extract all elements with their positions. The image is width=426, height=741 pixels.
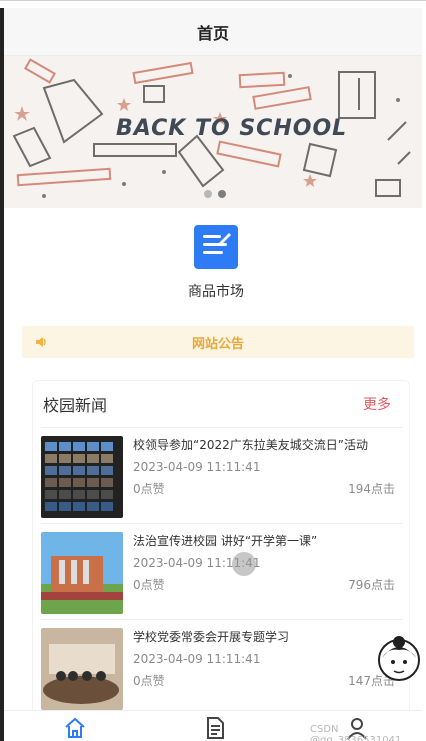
news-item-body: 校领导参加“2022广东拉美友城交流日”活动 2023-04-09 11:11:… <box>133 436 395 497</box>
market-entry-label: 商品市场 <box>188 284 244 300</box>
news-thumbnail <box>41 436 123 518</box>
edit-document-icon <box>194 225 238 269</box>
news-more-link[interactable]: 更多 <box>363 394 391 414</box>
banner-title: BACK TO SCHOOL <box>116 116 348 141</box>
notice-text: 网站公告 <box>191 336 244 352</box>
news-item-clicks: 796点击 <box>348 578 395 592</box>
app-root: 首页 BACK TO SCHOOL 商品市场 网站公告 校园新闻 更多 校领导参… <box>0 0 426 741</box>
news-item-likes: 0点赞 <box>133 674 165 688</box>
home-icon[interactable] <box>62 715 88 741</box>
news-item-title: 学校党委常委会开展专题学习 <box>133 630 290 644</box>
news-item-title: 法治宣传进校园 讲好“开学第一课” <box>133 534 318 548</box>
page-header: 首页 <box>4 8 422 56</box>
page-title: 首页 <box>196 23 229 43</box>
news-list-item[interactable]: 法治宣传进校园 讲好“开学第一课” 2023-04-09 11:11:41 0点… <box>41 523 403 615</box>
carousel-dot[interactable] <box>204 190 212 198</box>
news-thumbnail <box>41 628 123 710</box>
assistant-avatar-icon[interactable] <box>376 634 422 686</box>
news-section-title: 校园新闻 <box>43 396 108 415</box>
carousel-dots <box>204 190 226 198</box>
news-item-clicks: 194点击 <box>348 482 395 496</box>
news-list-item[interactable]: 学校党委常委会开展专题学习 2023-04-09 11:11:41 0点赞 14… <box>41 619 403 711</box>
carousel-dot-active[interactable] <box>218 190 226 198</box>
news-item-meta: 0点赞 147点击 <box>133 672 395 689</box>
news-thumbnail <box>41 532 123 614</box>
banner-carousel[interactable]: BACK TO SCHOOL <box>4 56 422 208</box>
document-icon[interactable] <box>202 715 228 741</box>
news-item-date: 2023-04-09 11:11:41 <box>133 652 261 666</box>
news-item-likes: 0点赞 <box>133 482 165 496</box>
top-edge <box>0 0 426 8</box>
news-item-date: 2023-04-09 11:11:41 <box>133 556 261 570</box>
watermark: CSDN @qq_3836531041 <box>310 724 402 741</box>
news-item-title: 校领导参加“2022广东拉美友城交流日”活动 <box>133 438 368 452</box>
news-item-date: 2023-04-09 11:11:41 <box>133 460 261 474</box>
news-item-body: 学校党委常委会开展专题学习 2023-04-09 11:11:41 0点赞 14… <box>133 628 395 689</box>
news-item-body: 法治宣传进校园 讲好“开学第一课” 2023-04-09 11:11:41 0点… <box>133 532 395 593</box>
news-item-meta: 0点赞 194点击 <box>133 480 395 497</box>
market-entry[interactable]: 商品市场 <box>166 225 266 301</box>
news-card: 校园新闻 更多 校领导参加“2022广东拉美友城交流日”活动 2023-04-0… <box>32 380 410 720</box>
news-header: 校园新闻 更多 <box>33 381 409 427</box>
touch-indicator <box>232 552 256 576</box>
news-item-likes: 0点赞 <box>133 578 165 592</box>
news-item-meta: 0点赞 796点击 <box>133 576 395 593</box>
news-list-item[interactable]: 校领导参加“2022广东拉美友城交流日”活动 2023-04-09 11:11:… <box>41 427 403 519</box>
notice-bar[interactable]: 网站公告 <box>22 326 414 358</box>
